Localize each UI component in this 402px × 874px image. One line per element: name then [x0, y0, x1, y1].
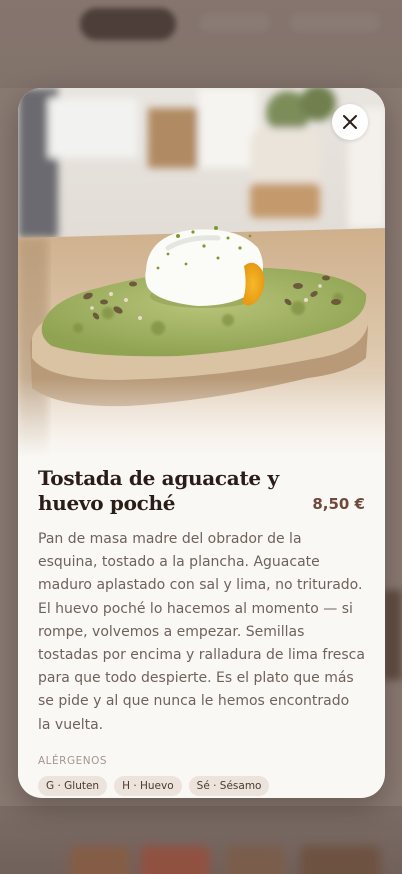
allergens-heading: ALÉRGENOS	[38, 754, 108, 767]
close-button[interactable]	[332, 104, 368, 140]
title-row: Tostada de aguacate y huevo poché 8,50 €	[38, 466, 365, 516]
dish-title: Tostada de aguacate y huevo poché	[38, 466, 279, 515]
dish-info: Tostada de aguacate y huevo poché 8,50 €…	[38, 466, 365, 796]
allergen-tag-huevo: H · Huevo	[114, 775, 182, 796]
allergen-tags: G · Gluten H · Huevo Sé · Sésamo	[38, 775, 365, 796]
allergen-tag-sesamo: Sé · Sésamo	[188, 775, 270, 796]
allergen-tag-gluten: G · Gluten	[38, 775, 108, 796]
dish-detail-modal: Tostada de aguacate y huevo poché 8,50 €…	[18, 88, 385, 798]
close-icon	[343, 115, 357, 129]
photo-fade-overlay	[18, 378, 385, 458]
dish-photo	[18, 88, 385, 458]
dish-price: 8,50 €	[312, 495, 365, 513]
dish-description: Pan de masa madre del obrador de la esqu…	[38, 531, 365, 733]
